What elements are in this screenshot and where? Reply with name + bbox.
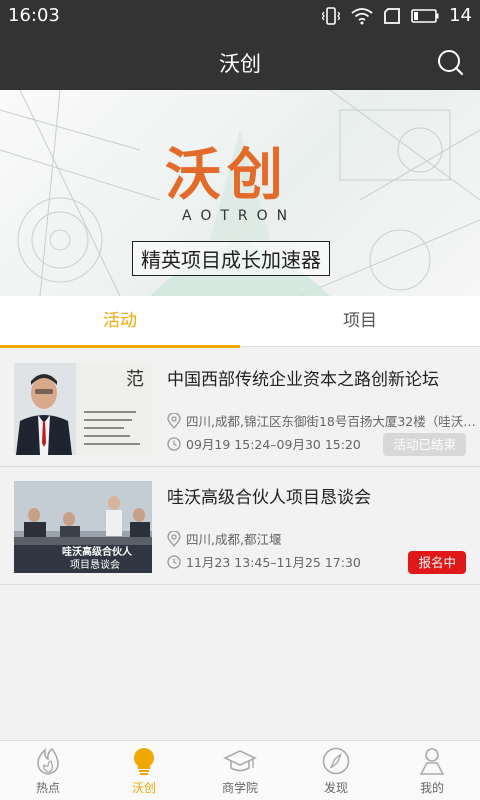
event-time-text: 09月19 15:24–09月30 15:20 (186, 437, 361, 452)
status-bar: 16:03 14 (0, 0, 480, 32)
clock-icon (167, 436, 181, 451)
event-title: 中国西部传统企业资本之路创新论坛 (167, 370, 439, 390)
event-card[interactable]: 范 中国西部传统企业资本之路创新论坛 四川,成都,锦江区东御街18号百扬大厦32… (0, 349, 480, 467)
battery-level: 14 (449, 5, 472, 26)
event-location: 四川,成都,都江堰 (167, 529, 281, 548)
nav-item-label: 热点 (35, 781, 60, 795)
page-title: 沃创 (219, 52, 261, 76)
event-card[interactable]: 哇沃高级合伙人 项目恳谈会 哇沃高级合伙人项目恳谈会 四川,成都,都江堰 11月… (0, 467, 480, 585)
nav-item-label: 商学院 (221, 781, 258, 795)
nav-item-label: 发现 (323, 781, 348, 795)
nav-item-label: 沃创 (131, 781, 156, 795)
tab-activities-label: 活动 (103, 311, 137, 331)
event-thumbnail: 范 (14, 363, 152, 455)
event-thumbnail: 哇沃高级合伙人 项目恳谈会 (14, 481, 152, 573)
nav-item-label: 我的 (419, 781, 444, 795)
event-time-text: 11月23 13:45–11月25 17:30 (186, 555, 361, 570)
sim-card-icon (384, 7, 400, 24)
graduation-cap-icon (223, 750, 257, 772)
person-icon (419, 748, 445, 775)
nav-item-hot[interactable]: 热点 (0, 741, 96, 800)
banner-logo-subtitle: AOTRON (182, 208, 297, 224)
banner[interactable]: 沃创 AOTRON 精英项目成长加速器 (0, 90, 480, 296)
vibrate-icon (321, 6, 341, 25)
wifi-icon (351, 7, 373, 24)
nav-item-discover[interactable]: 发现 (288, 741, 384, 800)
banner-slogan: 精英项目成长加速器 (132, 241, 330, 276)
app-header: 沃创 (0, 32, 480, 90)
event-time: 11月23 13:45–11月25 17:30 (167, 552, 361, 571)
location-pin-icon (167, 530, 181, 547)
bottom-nav: 热点 沃创 商学院 发现 我的 (0, 740, 480, 800)
event-location-text: 四川,成都,都江堰 (186, 532, 282, 547)
event-title: 哇沃高级合伙人项目恳谈会 (167, 488, 371, 508)
event-location: 四川,成都,锦江区东御街18号百扬大厦32楼（哇沃… (167, 411, 476, 430)
tab-projects-label: 项目 (343, 311, 377, 331)
event-location-text: 四川,成都,锦江区东御街18号百扬大厦32楼（哇沃… (186, 414, 476, 429)
nav-item-aotron[interactable]: 沃创 (96, 741, 192, 800)
thumb-caption-line-1: 哇沃高级合伙人 (62, 545, 133, 558)
search-icon[interactable] (436, 48, 464, 76)
svg-text:范: 范 (126, 369, 144, 389)
status-icons: 14 (321, 5, 472, 26)
clock-icon (167, 554, 181, 569)
location-pin-icon (167, 412, 181, 429)
nav-item-business-school[interactable]: 商学院 (192, 741, 288, 800)
tab-active-indicator (0, 345, 240, 348)
thumb-caption-line-2: 项目恳谈会 (70, 558, 120, 571)
status-badge[interactable]: 报名中 (408, 551, 466, 574)
status-time: 16:03 (8, 5, 60, 26)
nav-item-mine[interactable]: 我的 (384, 741, 480, 800)
bulb-icon (134, 748, 154, 775)
status-badge: 活动已结束 (383, 433, 466, 456)
divider (0, 584, 480, 585)
tab-activities[interactable]: 活动 (0, 296, 240, 348)
event-time: 09月19 15:24–09月30 15:20 (167, 434, 361, 453)
banner-logo: 沃创 (165, 143, 289, 208)
tab-bar: 活动 项目 (0, 296, 480, 348)
battery-icon (411, 8, 439, 23)
flame-icon (37, 747, 59, 775)
tab-projects[interactable]: 项目 (240, 296, 480, 347)
compass-icon (322, 747, 350, 775)
